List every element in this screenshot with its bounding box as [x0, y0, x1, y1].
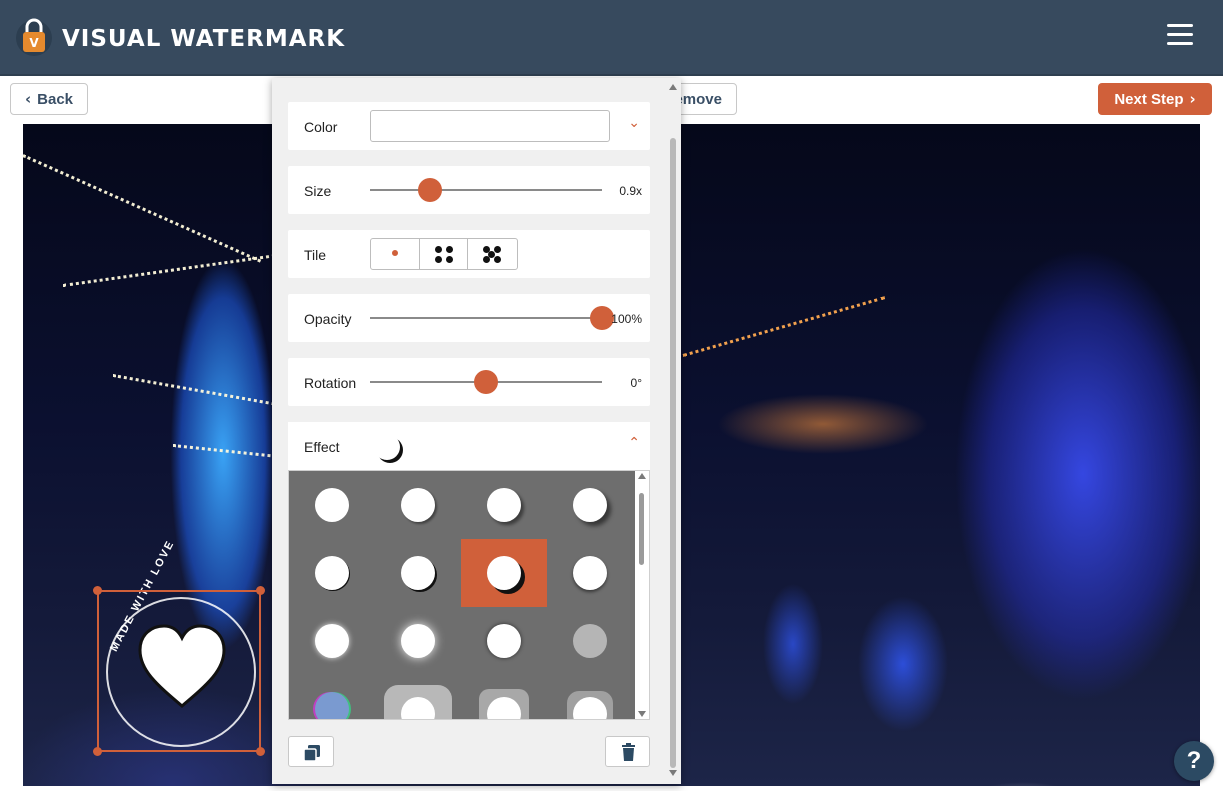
effect-preview-icon: [374, 434, 400, 460]
effect-option[interactable]: [461, 675, 547, 719]
size-label: Size: [304, 183, 332, 199]
tile-row: Tile: [288, 230, 650, 278]
effect-option[interactable]: [461, 471, 547, 539]
opacity-label: Opacity: [304, 311, 352, 327]
effect-option[interactable]: [547, 471, 633, 539]
resize-handle-tl[interactable]: [93, 586, 102, 595]
light-string: [682, 296, 886, 357]
light-string: [62, 253, 282, 287]
resize-handle-tr[interactable]: [256, 586, 265, 595]
light-string: [172, 444, 283, 459]
tile-scatter-button[interactable]: [468, 239, 517, 269]
effect-option[interactable]: [289, 539, 375, 607]
tile-grid-button[interactable]: [420, 239, 469, 269]
tile-options: [370, 238, 518, 270]
resize-handle-br[interactable]: [256, 747, 265, 756]
color-input[interactable]: [370, 110, 610, 142]
color-row: Color ⌄: [288, 102, 650, 150]
effect-option[interactable]: [375, 675, 461, 719]
effect-option[interactable]: [547, 539, 633, 607]
brand-name: VISUAL WATERMARK: [62, 26, 346, 52]
rotation-row: Rotation 0°: [288, 358, 650, 406]
effect-option[interactable]: [289, 675, 375, 719]
back-button[interactable]: ‹ Back: [10, 83, 88, 115]
trash-icon: [622, 743, 635, 761]
size-row: Size 0.9x: [288, 166, 650, 214]
color-label: Color: [304, 119, 338, 135]
effect-option[interactable]: [375, 471, 461, 539]
opacity-row: Opacity 100%: [288, 294, 650, 342]
next-step-button[interactable]: Next Step ›: [1098, 83, 1212, 115]
effect-option[interactable]: [547, 675, 633, 719]
resize-handle-bl[interactable]: [93, 747, 102, 756]
back-label: Back: [37, 90, 74, 108]
rotation-value: 0°: [630, 376, 642, 390]
copy-icon: [303, 745, 320, 762]
help-button[interactable]: ?: [1174, 741, 1214, 781]
effect-option[interactable]: [547, 607, 633, 675]
remove-label: emove: [674, 90, 722, 108]
effect-option[interactable]: [289, 607, 375, 675]
effect-option[interactable]: [375, 539, 461, 607]
chevron-up-icon[interactable]: ⌃: [628, 435, 640, 451]
opacity-slider-track[interactable]: [370, 317, 602, 319]
logo-letter: V: [29, 36, 39, 50]
effect-option[interactable]: [289, 471, 375, 539]
tile-label: Tile: [304, 247, 327, 263]
app-header: V VISUAL WATERMARK: [0, 0, 1223, 76]
watermark-settings-panel: Color ⌄ Size 0.9x Tile Opacity 100% Rota…: [272, 78, 681, 784]
light-string: [23, 154, 262, 263]
opacity-value: 100%: [611, 312, 642, 326]
effect-label: Effect: [304, 439, 340, 455]
chevron-down-icon[interactable]: ⌄: [628, 115, 640, 131]
chevron-left-icon: ‹: [24, 90, 32, 108]
chevron-right-icon: ›: [1189, 90, 1196, 108]
duplicate-button[interactable]: [288, 736, 334, 767]
app: V VISUAL WATERMARK ‹ Back emove Next Ste…: [0, 0, 1223, 791]
size-slider-track[interactable]: [370, 189, 602, 191]
rotation-label: Rotation: [304, 375, 357, 391]
rotation-slider-thumb[interactable]: [474, 370, 498, 394]
delete-button[interactable]: [605, 736, 650, 767]
effect-grid-scrollbar[interactable]: [635, 471, 649, 719]
watermark-selection-box[interactable]: [97, 590, 261, 752]
effect-option[interactable]: [375, 607, 461, 675]
size-value: 0.9x: [619, 184, 642, 198]
hamburger-icon[interactable]: [1167, 24, 1193, 48]
panel-scrollbar[interactable]: [668, 82, 679, 778]
effect-option-selected[interactable]: [461, 539, 547, 607]
effect-row: Effect ⌃: [288, 422, 650, 470]
size-slider-thumb[interactable]: [418, 178, 443, 202]
next-step-label: Next Step: [1114, 90, 1184, 108]
lock-logo-icon: V: [16, 18, 52, 56]
effect-grid: [288, 470, 650, 720]
effect-option[interactable]: [461, 607, 547, 675]
tile-single-button[interactable]: [371, 239, 420, 269]
light-string: [112, 374, 281, 407]
